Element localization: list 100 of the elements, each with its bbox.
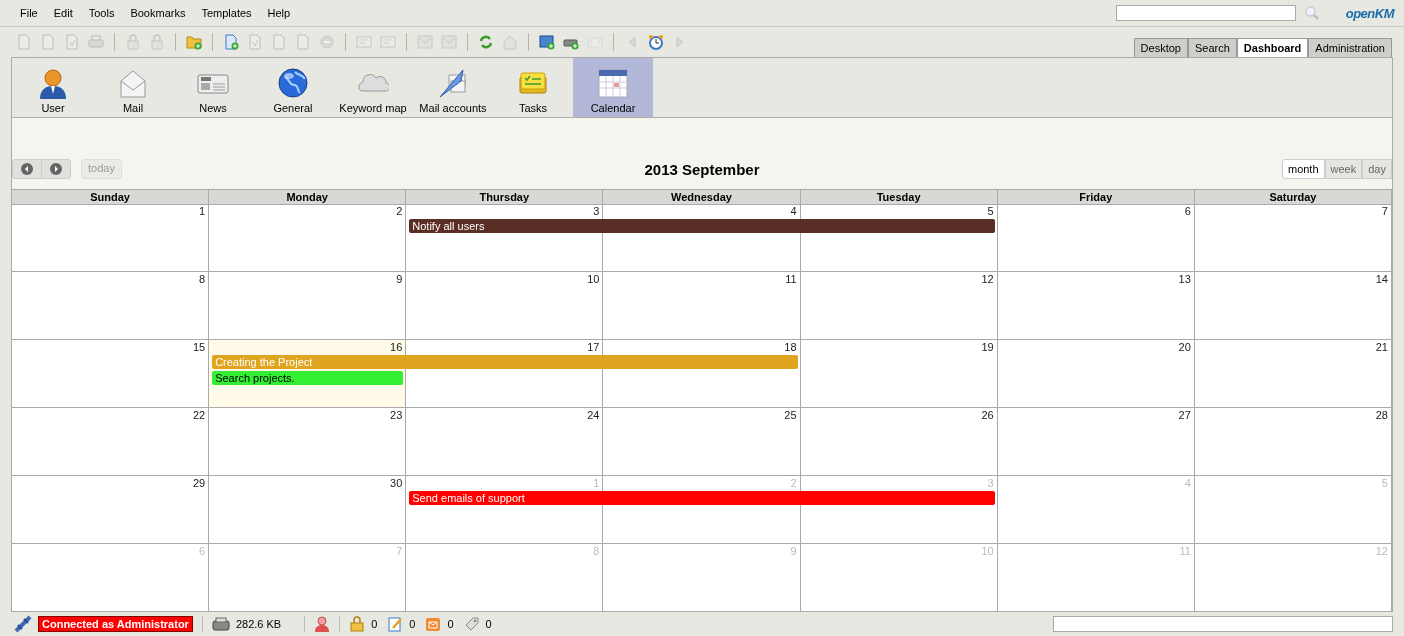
plug-icon <box>14 615 32 633</box>
globe-icon <box>277 67 309 99</box>
day-cell[interactable]: 9 <box>209 272 407 339</box>
day-number: 23 <box>390 409 403 421</box>
day-cell[interactable]: 22 <box>12 408 210 475</box>
day-cell[interactable]: 14 <box>1194 272 1392 339</box>
day-number: 25 <box>784 409 797 421</box>
day-cell[interactable]: 13 <box>997 272 1195 339</box>
day-cell[interactable]: 30 <box>209 476 407 543</box>
dashboard-tool[interactable]: General <box>253 58 333 117</box>
edit-icon <box>387 616 404 632</box>
view-tab[interactable]: day <box>1362 159 1392 179</box>
menu-item[interactable]: Help <box>259 7 299 19</box>
day-cell[interactable]: 23 <box>209 408 407 475</box>
day-number: 3 <box>593 205 600 217</box>
event-bar[interactable]: Send emails of support <box>409 491 995 505</box>
alarm-clock-icon[interactable] <box>648 34 664 50</box>
day-number: 16 <box>390 341 403 353</box>
dashboard-tool[interactable]: User <box>13 58 93 117</box>
day-number: 1 <box>199 205 206 217</box>
day-cell[interactable]: 29 <box>12 476 210 543</box>
monitor-add-icon[interactable] <box>539 34 555 50</box>
dashboard-tool[interactable]: Tasks <box>493 58 573 117</box>
menu-item[interactable]: Bookmarks <box>122 7 194 19</box>
column-header: Friday <box>997 190 1195 205</box>
search-field[interactable] <box>1115 5 1296 21</box>
day-cell[interactable]: 21 <box>1194 340 1392 407</box>
document-add-icon[interactable] <box>223 34 239 50</box>
menu-item[interactable]: File <box>12 7 46 19</box>
dashboard-tool[interactable]: Mail accounts <box>413 58 493 117</box>
day-cell[interactable]: 1 <box>12 204 210 271</box>
day-number: 6 <box>199 545 206 557</box>
day-number: 14 <box>1375 273 1388 285</box>
day-number: 11 <box>785 273 797 285</box>
logo: openKM <box>1345 5 1394 21</box>
day-cell[interactable]: 11 <box>603 272 801 339</box>
day-cell[interactable]: 12 <box>800 272 998 339</box>
refresh-icon[interactable] <box>478 34 494 50</box>
day-cell[interactable]: 19 <box>800 340 998 407</box>
counter: 0 <box>371 618 378 630</box>
day-number: 9 <box>790 545 797 557</box>
tab[interactable]: Desktop <box>1133 38 1188 57</box>
event-bar[interactable]: Notify all users <box>409 219 995 233</box>
day-cell[interactable]: 20 <box>997 340 1195 407</box>
dashboard-tool[interactable]: Keyword map <box>333 58 413 117</box>
dashboard-tool[interactable]: News <box>173 58 253 117</box>
user-icon <box>37 67 69 99</box>
day-cell[interactable]: 7 <box>1194 204 1392 271</box>
view-tab[interactable]: week <box>1324 159 1363 179</box>
dashboard-tool[interactable]: Mail <box>93 58 173 117</box>
column-header: Wednesday <box>603 190 801 205</box>
day-number: 5 <box>1381 477 1388 489</box>
day-number: 15 <box>192 341 206 353</box>
view-tab[interactable]: month <box>1281 159 1325 179</box>
menu-item[interactable]: Edit <box>45 7 81 19</box>
column-header: Sunday <box>12 190 210 205</box>
day-cell[interactable]: 10 <box>406 272 604 339</box>
day-number: 4 <box>1184 477 1191 489</box>
day-number: 18 <box>784 341 797 353</box>
tab[interactable]: Dashboard <box>1236 38 1309 57</box>
day-cell[interactable]: 6 <box>997 204 1195 271</box>
day-number: 22 <box>192 409 206 421</box>
day-number: 12 <box>981 273 994 285</box>
day-cell[interactable]: 27 <box>997 408 1195 475</box>
next-icon[interactable] <box>50 163 62 175</box>
envelope-icon <box>425 616 442 632</box>
dashboard-tool[interactable]: Calendar <box>573 58 653 117</box>
day-number: 29 <box>192 477 206 489</box>
calendar-icon <box>597 67 629 99</box>
hard-drive-icon <box>211 616 230 632</box>
menu-item[interactable]: Templates <box>193 7 260 19</box>
column-header: Saturday <box>1194 190 1392 205</box>
day-cell[interactable]: 26 <box>800 408 998 475</box>
tab[interactable]: Search <box>1187 38 1237 57</box>
tag-icon <box>463 616 480 632</box>
day-number: 6 <box>1184 205 1191 217</box>
event-bar[interactable]: Search projects. <box>212 371 404 385</box>
day-cell[interactable]: 24 <box>406 408 604 475</box>
column-header: Monday <box>209 190 407 205</box>
search-icon[interactable] <box>1303 5 1320 21</box>
day-number: 7 <box>1381 205 1388 217</box>
day-number: 2 <box>790 477 797 489</box>
day-cell[interactable]: 8 <box>12 272 210 339</box>
column-header: Tuesday <box>800 190 998 205</box>
day-cell[interactable]: 2 <box>209 204 407 271</box>
day-number: 30 <box>390 477 403 489</box>
day-number: 27 <box>1178 409 1191 421</box>
day-cell[interactable]: 28 <box>1194 408 1392 475</box>
day-cell[interactable]: 25 <box>603 408 801 475</box>
previous-icon[interactable] <box>21 163 33 175</box>
tab[interactable]: Administration <box>1308 38 1392 57</box>
storage-size: 282.6 KB <box>235 618 282 630</box>
connection-status: Connected as Administrator <box>38 616 193 632</box>
folder-add-icon[interactable] <box>186 34 202 50</box>
envelope-arrow-icon <box>437 67 469 99</box>
user-icon <box>314 616 331 632</box>
day-number: 8 <box>199 273 206 285</box>
day-number: 28 <box>1375 409 1388 421</box>
menu-item[interactable]: Tools <box>80 7 123 19</box>
day-number: 7 <box>396 545 403 557</box>
